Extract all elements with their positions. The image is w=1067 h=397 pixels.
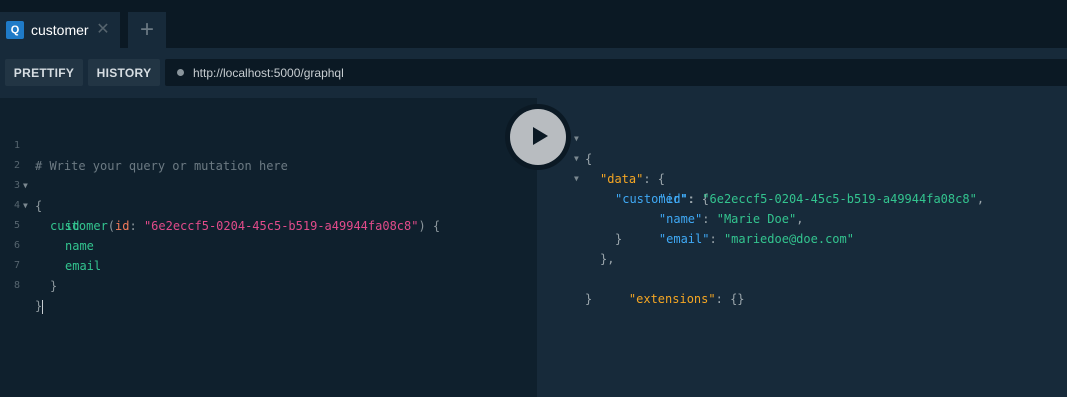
query-editor[interactable]: 1 # Write your query or mutation here 2 … [0,98,537,397]
toolbar: PRETTIFY HISTORY http://localhost:5000/g… [0,48,1067,98]
editor-line: 6 email [0,216,537,273]
editor-line: 1 # Write your query or mutation here [0,116,537,173]
json-value-email: "mariedoe@doe.com" [723,232,854,246]
text-cursor [42,299,44,314]
result-viewer[interactable]: ▼ { ▼ "data": { ▼ "customer": { "id": "6… [537,98,1067,397]
result-line: "name": "Marie Doe", [658,212,804,226]
editor-line: 5 name [0,196,537,253]
editor-line: 4 id [0,176,537,233]
connection-status-icon [177,69,184,76]
query-badge-icon: Q [6,21,24,39]
history-button[interactable]: HISTORY [88,59,160,86]
result-line: ▼ { [537,109,1067,166]
result-line: ▼ "data": { [537,129,1067,186]
close-brace: } [35,299,44,314]
tab-customer[interactable]: Q customer ✕ [0,12,120,48]
endpoint-url: http://localhost:5000/graphql [193,65,344,80]
fold-arrow-icon[interactable]: ▼ [574,169,579,189]
json-value-extensions: {} [730,292,745,306]
endpoint-url-input[interactable]: http://localhost:5000/graphql [165,59,1067,86]
editor-line: 7 } [0,236,537,293]
json-key-email: "email" [658,232,710,246]
json-brace: } [585,292,593,306]
tab-bar: Q customer ✕ + [0,0,1067,48]
result-line: "extensions": {} [628,292,745,306]
editor-line: 2 ▼ { [0,136,537,213]
result-line: ▼ "customer": { [537,149,1067,206]
result-line: "email": "mariedoe@doe.com" [658,232,854,246]
editor-line: 8 } [0,256,537,314]
json-brace: } [615,232,623,246]
result-line: "id": "6e2eccf5-0204-45c5-b519-a49944fa0… [658,192,985,206]
play-icon [533,127,548,145]
prettify-button[interactable]: PRETTIFY [5,59,83,86]
json-key-extensions: "extensions" [628,292,716,306]
editor-line: 3 ▼ customer(id: "6e2eccf5-0204-45c5-b51… [0,156,537,233]
close-brace: } [50,279,58,293]
json-brace: }, [600,252,615,266]
close-icon[interactable]: ✕ [96,21,110,39]
add-tab-button[interactable]: + [128,12,166,48]
tab-label: customer [31,22,89,38]
line-number: 8 [13,280,20,291]
